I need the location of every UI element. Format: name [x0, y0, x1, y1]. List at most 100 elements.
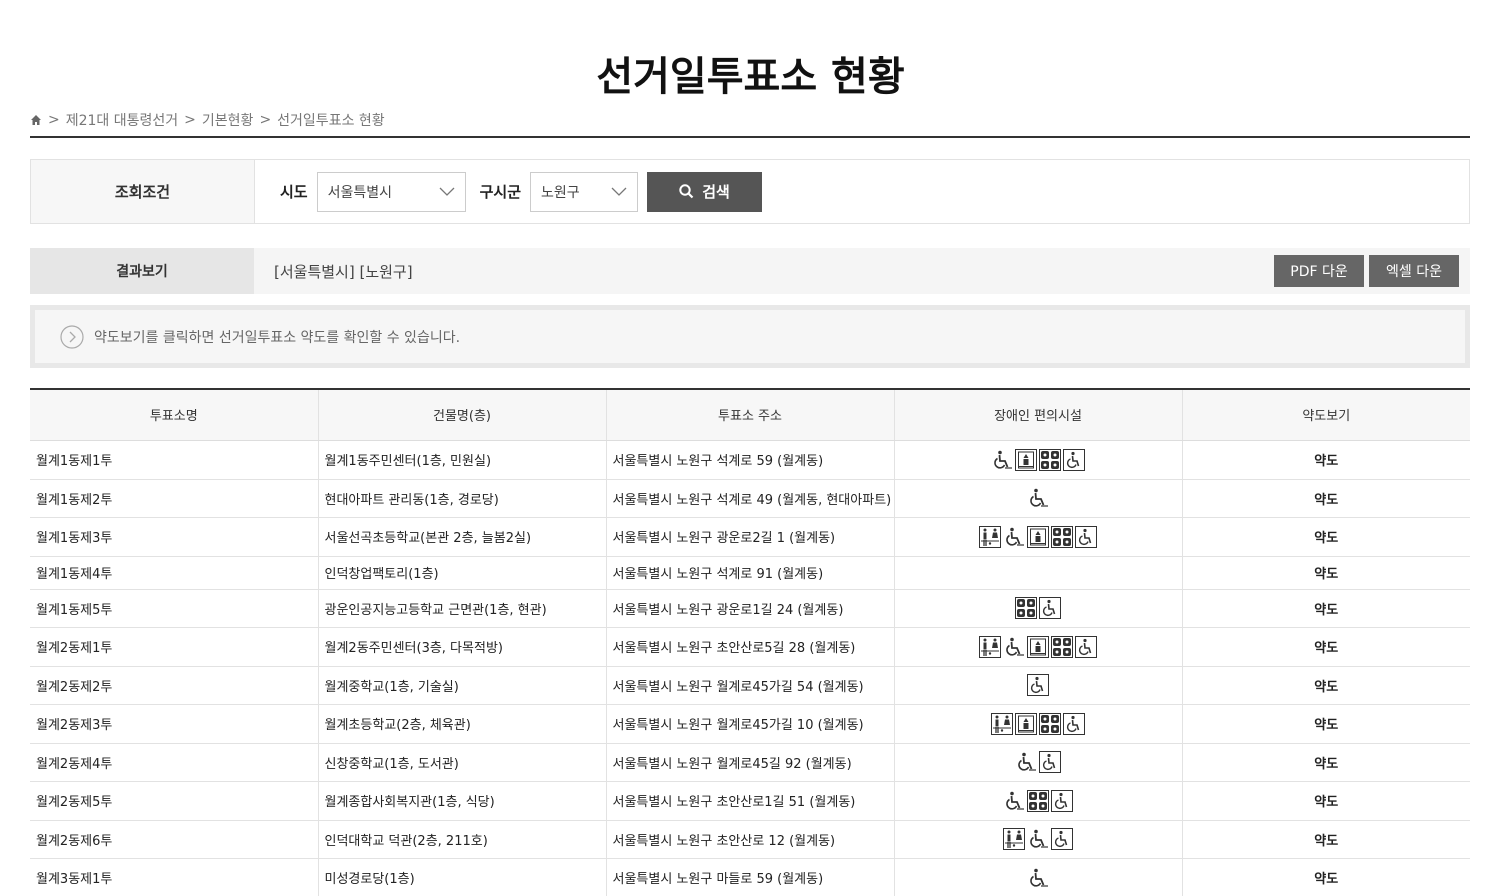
column-header-address: 투표소 주소: [606, 389, 895, 441]
result-bar: 결과보기 [서울특별시] [노원구] PDF 다운 엑셀 다운: [30, 248, 1470, 294]
sido-select[interactable]: 서울특별시: [316, 171, 466, 212]
gusigun-select[interactable]: 노원구: [530, 171, 639, 212]
restroom-icon: [991, 712, 1013, 735]
address-cell: 서울특별시 노원구 마들로 59 (월계동): [606, 858, 895, 896]
accessible-toilet-icon: [1063, 448, 1085, 471]
building-cell: 월계2동주민센터(3층, 다목적방): [318, 627, 607, 667]
breadcrumb-separator: >: [184, 112, 196, 128]
address-cell: 서울특별시 노원구 석계로 59 (월계동): [606, 440, 895, 480]
facilities-cell: [894, 627, 1183, 667]
notice-box: 약도보기를 클릭하면 선거일투표소 약도를 확인할 수 있습니다.: [30, 305, 1470, 368]
home-icon[interactable]: [30, 114, 42, 126]
search-panel: 조회조건 시도 서울특별시 구시군 노원구 검색: [30, 159, 1470, 224]
building-cell: 현대아파트 관리동(1층, 경로당): [318, 479, 607, 518]
map-link[interactable]: 약도: [1182, 704, 1470, 744]
building-cell: 광운인공지능고등학교 근면관(1층, 현관): [318, 589, 607, 628]
chevron-down-icon: [611, 187, 627, 196]
facilities-cell: [894, 704, 1183, 744]
facilities-cell: [894, 666, 1183, 705]
station-name-cell: 월계1동제1투: [30, 440, 319, 480]
building-cell: 인덕창업팩토리(1층): [318, 556, 607, 590]
title-divider: [30, 136, 1470, 138]
result-label: 결과보기: [30, 248, 254, 294]
map-link[interactable]: 약도: [1182, 666, 1470, 705]
building-cell: 월계초등학교(2층, 체육관): [318, 704, 607, 744]
map-link[interactable]: 약도: [1182, 556, 1470, 590]
breadcrumb-separator: >: [259, 112, 272, 128]
station-name-cell: 월계2동제3투: [30, 704, 319, 744]
map-link[interactable]: 약도: [1182, 589, 1470, 628]
address-cell: 서울특별시 노원구 석계로 91 (월계동): [606, 556, 895, 590]
map-link[interactable]: 약도: [1182, 517, 1470, 557]
accessible-toilet-icon: [1039, 597, 1061, 619]
station-name-cell: 월계1동제3투: [30, 517, 319, 557]
address-cell: 서울특별시 노원구 광운로2길 1 (월계동): [606, 517, 895, 557]
map-link[interactable]: 약도: [1182, 781, 1470, 821]
table-row: 월계2동제4투 신창중학교(1층, 도서관) 서울특별시 노원구 월계로45길 92…: [30, 743, 1470, 782]
table-row: 월계2동제2투 월계중학교(1층, 기술실) 서울특별시 노원구 월계로45가길 5…: [30, 666, 1470, 705]
map-link[interactable]: 약도: [1182, 627, 1470, 667]
facilities-cell: [894, 440, 1183, 480]
table-header-row: 투표소명 건물명(층) 투표소 주소 장애인 편의시설 약도보기: [30, 389, 1470, 441]
facilities-cell: [894, 743, 1183, 782]
building-cell: 서울선곡초등학교(본관 2층, 늘봄2실): [318, 517, 607, 557]
address-cell: 서울특별시 노원구 초안산로1길 51 (월계동): [606, 781, 895, 821]
map-link[interactable]: 약도: [1182, 858, 1470, 896]
table-row: 월계1동제2투 현대아파트 관리동(1층, 경로당) 서울특별시 노원구 석계로 4…: [30, 479, 1470, 518]
table-row: 월계2동제6투 인덕대학교 덕관(2층, 211호) 서울특별시 노원구 초안산로 …: [30, 820, 1470, 859]
sido-select-value: 서울특별시: [327, 184, 393, 201]
search-button-label: 검색: [702, 183, 730, 201]
address-cell: 서울특별시 노원구 월계로45길 92 (월계동): [606, 743, 895, 782]
excel-download-button[interactable]: 엑셀 다운: [1369, 255, 1459, 287]
breadcrumb-item-election[interactable]: 제21대 대통령선거: [66, 110, 178, 130]
breadcrumb-item-current[interactable]: 선거일투표소 현황: [277, 110, 385, 130]
facilities-cell: [894, 781, 1183, 821]
breadcrumb-separator: >: [48, 112, 60, 128]
accessible-toilet-icon: [1039, 751, 1061, 773]
wheelchair-icon: [1003, 526, 1025, 547]
braille-icon: [1039, 448, 1061, 471]
map-link[interactable]: 약도: [1182, 479, 1470, 518]
braille-icon: [1039, 712, 1061, 735]
elevator-icon: [1015, 448, 1037, 471]
sido-label: 시도: [280, 183, 308, 201]
map-link[interactable]: 약도: [1182, 440, 1470, 480]
accessible-toilet-icon: [1063, 712, 1085, 735]
accessible-toilet-icon: [1075, 525, 1097, 548]
map-link[interactable]: 약도: [1182, 820, 1470, 859]
chevron-down-icon: [439, 187, 455, 196]
gusigun-label: 구시군: [479, 183, 522, 201]
search-button[interactable]: 검색: [647, 171, 763, 212]
notice-text: 약도보기를 클릭하면 선거일투표소 약도를 확인할 수 있습니다.: [94, 329, 461, 346]
page-title: 선거일투표소 현황: [596, 54, 905, 100]
building-cell: 월계중학교(1층, 기술실): [318, 666, 607, 705]
braille-icon: [1015, 597, 1037, 619]
column-header-building: 건물명(층): [318, 389, 607, 441]
facilities-cell: [894, 517, 1183, 557]
station-name-cell: 월계2동제6투: [30, 820, 319, 859]
facilities-cell: [894, 479, 1183, 518]
table-row: 월계2동제5투 월계종합사회복지관(1층, 식당) 서울특별시 노원구 초안산로1길…: [30, 781, 1470, 821]
braille-icon: [1051, 525, 1073, 548]
table-row: 월계3동제1투 미성경로당(1층) 서울특별시 노원구 마들로 59 (월계동) 약도: [30, 858, 1470, 896]
table-row: 월계2동제1투 월계2동주민센터(3층, 다목적방) 서울특별시 노원구 초안산로5…: [30, 627, 1470, 667]
search-condition-label: 조회조건: [31, 160, 255, 223]
station-name-cell: 월계2동제1투: [30, 627, 319, 667]
breadcrumb: > 제21대 대통령선거 > 기본현황 > 선거일투표소 현황: [30, 110, 385, 130]
address-cell: 서울특별시 노원구 초안산로5길 28 (월계동): [606, 627, 895, 667]
map-link[interactable]: 약도: [1182, 743, 1470, 782]
elevator-icon: [1027, 635, 1049, 658]
column-header-map: 약도보기: [1182, 389, 1470, 441]
station-name-cell: 월계1동제2투: [30, 479, 319, 518]
column-header-facilities: 장애인 편의시설: [894, 389, 1183, 441]
table-row: 월계1동제4투 인덕창업팩토리(1층) 서울특별시 노원구 석계로 91 (월계동)…: [30, 556, 1470, 590]
facilities-cell: [894, 858, 1183, 896]
elevator-icon: [1027, 525, 1049, 548]
elevator-icon: [1015, 712, 1037, 735]
breadcrumb-item-basic-status[interactable]: 기본현황: [202, 110, 254, 130]
column-header-station-name: 투표소명: [30, 389, 319, 441]
accessible-toilet-icon: [1051, 828, 1073, 850]
facilities-cell: [894, 820, 1183, 859]
building-cell: 월계종합사회복지관(1층, 식당): [318, 781, 607, 821]
pdf-download-button[interactable]: PDF 다운: [1274, 255, 1364, 287]
